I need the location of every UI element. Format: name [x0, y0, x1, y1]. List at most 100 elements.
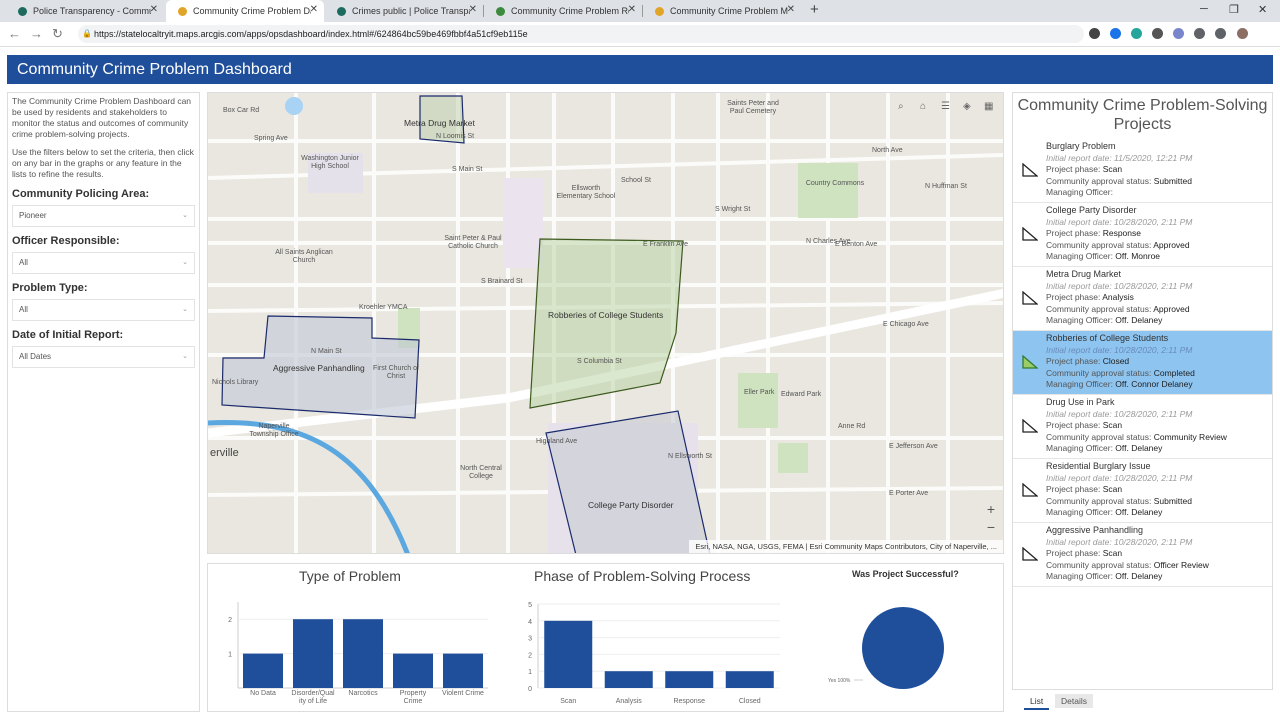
puzzle-icon[interactable]: [1215, 28, 1226, 39]
filter-dropdown[interactable]: Pioneer ⌄: [12, 205, 195, 227]
bar[interactable]: [604, 671, 653, 688]
home-icon[interactable]: ⌂: [920, 101, 926, 112]
list-item[interactable]: Burglary Problem Initial report date: 11/…: [1013, 139, 1272, 203]
field-label: Initial report date:: [1046, 472, 1115, 483]
flag-icon: [1022, 227, 1038, 241]
map-place-label: Box Car Rd: [223, 107, 260, 114]
extension-icon[interactable]: [1152, 28, 1163, 39]
zoom-out-button[interactable]: −: [987, 519, 995, 535]
list-item[interactable]: Aggressive Panhandling Initial report dat…: [1013, 523, 1272, 587]
layers-icon[interactable]: ◈: [963, 101, 971, 112]
back-icon[interactable]: ←: [8, 26, 21, 41]
list-item[interactable]: Robberies of College Students Initial rep…: [1013, 331, 1272, 395]
list-item[interactable]: Drug Use in Park Initial report date: 10/…: [1013, 395, 1272, 459]
extension-icon[interactable]: [1089, 28, 1100, 39]
y-tick-label: 2: [528, 652, 532, 659]
browser-tab[interactable]: Community Crime Problem Dash✕: [166, 0, 324, 22]
browser-tab[interactable]: Police Transparency - Communit ✕: [6, 0, 164, 22]
map-place-label: erville: [210, 447, 239, 459]
window-close-icon[interactable]: ✕: [1258, 3, 1267, 16]
field-label: Managing Officer:: [1046, 571, 1116, 581]
field-label: Community approval status:: [1046, 431, 1154, 442]
tab-list[interactable]: List: [1024, 694, 1050, 710]
favicon-icon: [337, 6, 346, 16]
avatar[interactable]: [1237, 28, 1248, 39]
map-place-label: All Saints Anglican Church: [275, 249, 333, 264]
list-item[interactable]: Residential Burglary Issue Initial report…: [1013, 459, 1272, 523]
flag-icon: [1022, 547, 1038, 561]
project-phase: Project phase: Closed: [1046, 356, 1272, 368]
map-place-label: N Loomis St: [436, 133, 475, 140]
field-value: Off. Delaney: [1115, 507, 1163, 517]
field-value: Off. Monroe: [1115, 251, 1161, 261]
zoom-in-button[interactable]: +: [987, 501, 995, 517]
extension-icon[interactable]: [1110, 28, 1121, 39]
extension-icon[interactable]: [1173, 28, 1184, 39]
field-label: Managing Officer:: [1046, 251, 1116, 261]
filter-dropdown[interactable]: All ⌄: [12, 252, 195, 274]
instructions-text: Use the filters below to set the criteri…: [12, 147, 194, 179]
bar[interactable]: [443, 653, 483, 688]
new-tab-button[interactable]: +: [810, 1, 819, 18]
project-name: Residential Burglary Issue: [1046, 461, 1151, 471]
filter-label: Community Policing Area:: [12, 188, 150, 200]
field-value: Approved: [1153, 303, 1190, 314]
search-icon[interactable]: ⌕: [898, 101, 904, 112]
address-bar[interactable]: 🔒 https://statelocaltryit.maps.arcgis.com…: [78, 25, 1084, 43]
tab-close-icon[interactable]: ✕: [787, 4, 795, 15]
legend-icon[interactable]: ☰: [941, 101, 950, 112]
list-item[interactable]: Metra Drug Market Initial report date: 10…: [1013, 267, 1272, 331]
bar[interactable]: [725, 671, 774, 688]
map-place-label: Saints Peter and Paul Cemetery: [727, 100, 779, 115]
minimize-icon[interactable]: ─: [1200, 3, 1208, 15]
field-value: 10/28/2020, 2:11 PM: [1114, 536, 1193, 547]
project-officer: Managing Officer: Off. Delaney: [1046, 571, 1272, 583]
project-phase: Project phase: Response: [1046, 228, 1272, 240]
flag-icon: [1022, 163, 1038, 177]
bar[interactable]: [665, 671, 714, 688]
map-area-label[interactable]: Robberies of College Students: [548, 311, 663, 320]
field-value: Approved: [1153, 239, 1190, 250]
list-item[interactable]: College Party Disorder Initial report dat…: [1013, 203, 1272, 267]
filter-dropdown[interactable]: All Dates ⌄: [12, 346, 195, 368]
project-officer: Managing Officer: Off. Delaney: [1046, 507, 1272, 519]
bar[interactable]: [393, 653, 433, 688]
map-area-label[interactable]: College Party Disorder: [588, 501, 674, 510]
browser-tab[interactable]: Community Crime Problem Repo✕: [484, 0, 642, 22]
map-place-label: Kroehler YMCA: [359, 304, 408, 311]
forward-icon[interactable]: →: [30, 26, 43, 41]
project-status: Community approval status: Approved: [1046, 304, 1272, 316]
map-place-label: S Columbia St: [577, 358, 622, 365]
browser-tab[interactable]: Crimes public | Police Transparenc✕: [325, 0, 483, 22]
extension-icon[interactable]: [1194, 28, 1205, 39]
field-label: Project phase:: [1046, 484, 1103, 494]
tab-close-icon[interactable]: ✕: [310, 4, 318, 15]
reload-icon[interactable]: ↻: [52, 26, 63, 42]
basemap-icon[interactable]: ▦: [984, 101, 993, 112]
extension-icon[interactable]: [1131, 28, 1142, 39]
browser-tab[interactable]: Community Crime Problem Mana✕: [643, 0, 801, 22]
map-view[interactable]: Metra Drug Market Robberies of College St…: [207, 92, 1004, 554]
map-area-label[interactable]: Metra Drug Market: [404, 119, 475, 128]
project-phase: Project phase: Scan: [1046, 548, 1272, 560]
restore-icon[interactable]: ❐: [1229, 3, 1239, 16]
field-label: Project phase:: [1046, 164, 1103, 174]
field-value: Off. Delaney: [1115, 571, 1163, 581]
project-date: Initial report date: 10/28/2020, 2:11 PM: [1046, 409, 1272, 421]
map-place-label: First Church of Christ: [373, 365, 419, 380]
tab-details[interactable]: Details: [1055, 694, 1093, 708]
bar[interactable]: [544, 620, 593, 688]
bar[interactable]: [243, 653, 283, 688]
charts-panel: Type of Problem Phase of Problem-Solving…: [207, 563, 1004, 712]
field-label: Project phase:: [1046, 228, 1103, 238]
flag-icon: [1022, 419, 1038, 433]
bar[interactable]: [343, 619, 383, 688]
bar[interactable]: [293, 619, 333, 688]
pie-slice[interactable]: [862, 607, 944, 689]
map-area-label[interactable]: Aggressive Panhandling: [273, 364, 365, 373]
filter-dropdown[interactable]: All ⌄: [12, 299, 195, 321]
tab-close-icon[interactable]: ✕: [469, 4, 477, 15]
tab-close-icon[interactable]: ✕: [150, 4, 158, 15]
tab-close-icon[interactable]: ✕: [628, 4, 636, 15]
map-place-label: S Brainard St: [481, 278, 523, 285]
